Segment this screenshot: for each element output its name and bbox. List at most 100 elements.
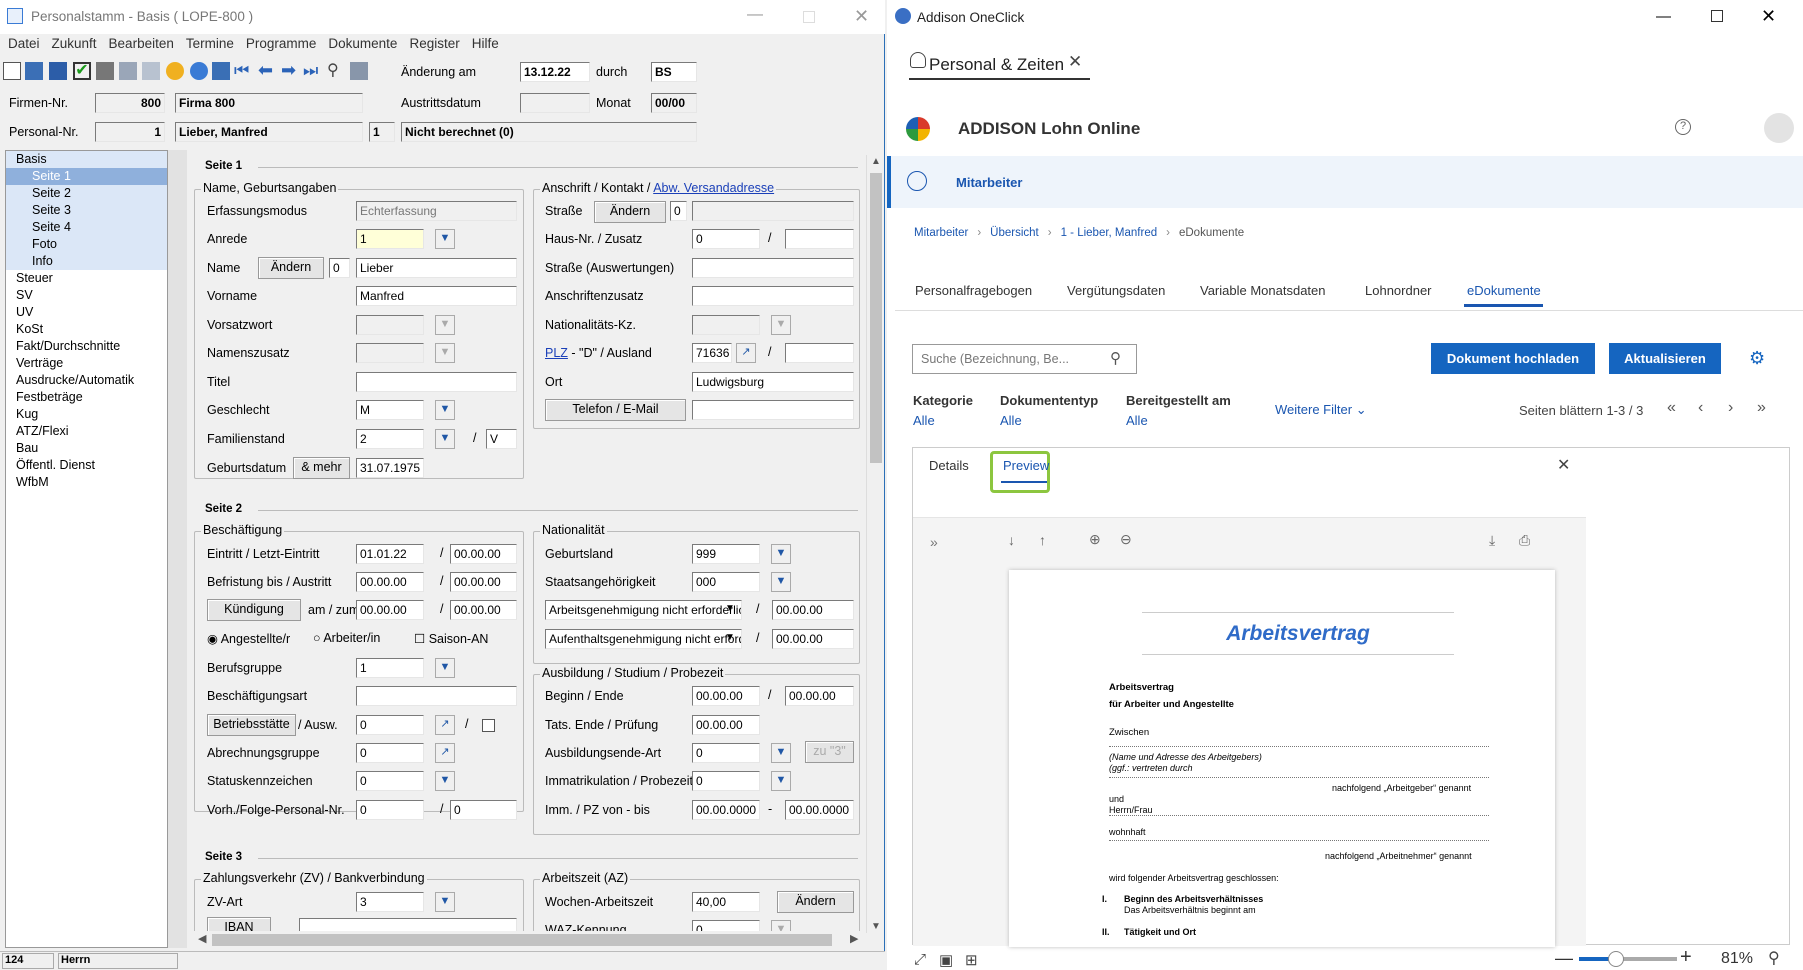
menu-hilfe[interactable]: Hilfe	[472, 36, 499, 51]
scroll-thumb[interactable]	[870, 173, 882, 463]
geschlecht-dropdown-icon[interactable]: ▼	[435, 400, 455, 420]
geburtsdatum-field[interactable]: 31.07.1975	[356, 458, 424, 478]
erfassungsmodus-select[interactable]: Echterfassung	[356, 201, 517, 221]
plz-field[interactable]: 71636	[692, 343, 732, 363]
save-icon[interactable]	[49, 62, 67, 80]
geschlecht-field[interactable]: M	[356, 400, 424, 420]
tree-item-fakt[interactable]: Fakt/Durchschnitte	[6, 338, 167, 355]
familienstand-v-field[interactable]: V	[486, 429, 517, 449]
tree-item-info[interactable]: Info	[6, 253, 167, 270]
tab-lohnordner[interactable]: Lohnordner	[1365, 283, 1432, 298]
name-field[interactable]: Lieber	[356, 258, 517, 278]
name-aendern-button[interactable]: Ändern	[258, 257, 324, 279]
tree-item-wfbm[interactable]: WfbM	[6, 474, 167, 491]
anschriftenzusatz-field[interactable]	[692, 286, 854, 306]
scroll-up-doc-icon[interactable]: ↑	[1039, 532, 1046, 548]
tree-item-sv[interactable]: SV	[6, 287, 167, 304]
filter-dokumententyp-value[interactable]: Alle	[1000, 413, 1022, 428]
filter-kategorie-value[interactable]: Alle	[913, 413, 935, 428]
clock-icon[interactable]	[166, 62, 184, 80]
close-icon[interactable]: ✕	[854, 6, 869, 27]
zvart-field[interactable]: 3	[356, 892, 424, 912]
beginn-field[interactable]: 00.00.00	[692, 686, 760, 706]
last-page-icon[interactable]: »	[1757, 399, 1766, 417]
ort-field[interactable]: Ludwigsburg	[692, 372, 854, 392]
ausbende-field[interactable]: 0	[692, 743, 760, 763]
personal-nr-field[interactable]: 1	[95, 122, 165, 142]
vorsatz-field[interactable]	[356, 315, 424, 335]
zoom-slider-thumb[interactable]	[1608, 951, 1624, 967]
vorh-field[interactable]: 0	[356, 800, 424, 820]
hausnr-field[interactable]: 0	[692, 229, 760, 249]
waz-dropdown-icon[interactable]: ▼	[771, 920, 791, 931]
tree-item-basis[interactable]: Basis	[6, 151, 167, 168]
ausland-field[interactable]	[785, 343, 854, 363]
anrede-field[interactable]: 1	[356, 229, 424, 249]
print-icon[interactable]	[96, 62, 114, 80]
paste-icon[interactable]	[142, 62, 160, 80]
abw-versand-link[interactable]: Abw. Versandadresse	[653, 181, 774, 195]
tab-verguetungsdaten[interactable]: Vergütungsdaten	[1067, 283, 1165, 298]
mail-icon[interactable]	[350, 62, 368, 80]
kuendigung-button[interactable]: Kündigung	[207, 599, 301, 621]
tree-item-foto[interactable]: Foto	[6, 236, 167, 253]
scroll-right-icon[interactable]: ▶	[850, 932, 858, 945]
nat-kz-field[interactable]	[692, 315, 760, 335]
zusatz-field[interactable]	[785, 229, 854, 249]
staats-field[interactable]: 000	[692, 572, 760, 592]
arbeitsgen-dropdown-icon[interactable]: ▼	[725, 603, 735, 614]
abrechnungsgruppe-arrow-icon[interactable]: ↗	[435, 743, 455, 763]
breadcrumb-mitarbeiter[interactable]: Mitarbeiter	[914, 227, 968, 239]
zvart-dropdown-icon[interactable]: ▼	[435, 892, 455, 912]
anrede-dropdown-icon[interactable]: ▼	[435, 229, 455, 249]
download-icon[interactable]: ⤓	[1489, 532, 1495, 549]
filter-bereitgestellt-value[interactable]: Alle	[1126, 413, 1148, 428]
tab-edokumente[interactable]: eDokumente	[1467, 283, 1541, 298]
aufenthalt-select[interactable]: Aufenthaltsgenehmigung nicht erforderlic…	[545, 629, 742, 649]
berufsgruppe-field[interactable]: 1	[356, 658, 424, 678]
list-icon[interactable]	[212, 62, 230, 80]
zoom-search-icon[interactable]: ⚲	[1768, 948, 1780, 968]
familienstand-dropdown-icon[interactable]: ▼	[435, 429, 455, 449]
imm-dropdown-icon[interactable]: ▼	[771, 771, 791, 791]
tree-item-seite3[interactable]: Seite 3	[6, 202, 167, 219]
strasse-aendern-button[interactable]: Ändern	[594, 201, 666, 223]
arbeitsgen-date-field[interactable]: 00.00.00	[772, 600, 854, 620]
immpz-bis-field[interactable]: 00.00.0000	[785, 800, 854, 820]
nat-kz-dropdown-icon[interactable]: ▼	[771, 315, 791, 335]
minimize-icon[interactable]: —	[1656, 8, 1671, 25]
arbeitsgen-select[interactable]: Arbeitsgenehmigung nicht erforderlich	[545, 600, 742, 620]
close-icon[interactable]: ✕	[1761, 6, 1776, 27]
ende-field[interactable]: 00.00.00	[785, 686, 854, 706]
settings-gear-icon[interactable]: ⚙	[1749, 348, 1765, 369]
tree-item-kost[interactable]: KoSt	[6, 321, 167, 338]
avatar[interactable]	[1764, 113, 1794, 143]
first-icon[interactable]: ⏮	[234, 62, 252, 80]
next-icon[interactable]: ➡	[281, 61, 299, 80]
wochen-field[interactable]: 40,00	[692, 892, 760, 912]
betriebsstaette-field[interactable]: 0	[356, 715, 424, 735]
menu-programme[interactable]: Programme	[246, 36, 317, 51]
tree-item-vertraege[interactable]: Verträge	[6, 355, 167, 372]
telefon-email-button[interactable]: Telefon / E-Mail	[545, 399, 686, 421]
upload-button[interactable]: Dokument hochladen	[1431, 343, 1595, 374]
hscroll-thumb[interactable]	[212, 934, 832, 946]
zu3-button[interactable]: zu "3"	[805, 741, 854, 763]
arbeiter-radio[interactable]: ○ Arbeiter/in	[313, 631, 380, 645]
plz-link[interactable]: PLZ	[545, 346, 568, 360]
plz-arrow-icon[interactable]: ↗	[736, 343, 756, 363]
az-aendern-button[interactable]: Ändern	[777, 891, 854, 913]
menu-dokumente[interactable]: Dokumente	[328, 36, 397, 51]
aufenthalt-dropdown-icon[interactable]: ▼	[725, 632, 735, 643]
menu-bearbeiten[interactable]: Bearbeiten	[109, 36, 174, 51]
kuendigung-zum-field[interactable]: 00.00.00	[450, 600, 517, 620]
globe-icon[interactable]	[190, 62, 208, 80]
tree-item-seite2[interactable]: Seite 2	[6, 185, 167, 202]
aufenthalt-date-field[interactable]: 00.00.00	[772, 629, 854, 649]
search-input[interactable]: Suche (Bezeichnung, Be...	[912, 344, 1137, 374]
waz-field[interactable]: 0	[692, 920, 760, 931]
prev-page-icon[interactable]: ‹	[1698, 399, 1703, 417]
print-icon[interactable]: ⎙	[1519, 532, 1530, 549]
tree-item-oed[interactable]: Öffentl. Dienst	[6, 457, 167, 474]
grid-view-icon[interactable]: ⊞	[965, 951, 978, 969]
